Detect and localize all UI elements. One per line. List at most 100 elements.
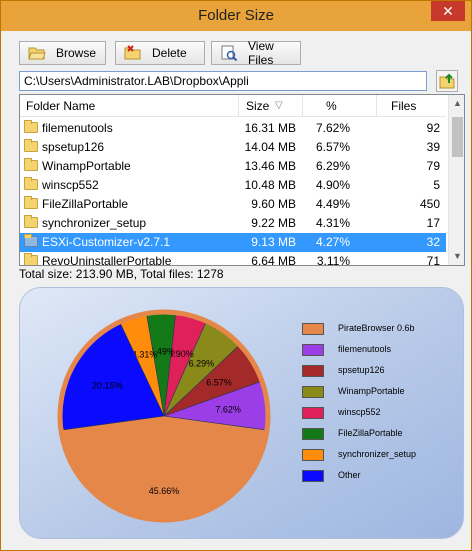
legend-label: synchronizer_setup (338, 449, 417, 459)
legend-swatch (302, 365, 324, 377)
folder-icon (24, 177, 38, 190)
window-title: Folder Size (198, 7, 274, 24)
folder-size: 16.31 MB (244, 121, 296, 135)
pie-slice (60, 415, 268, 521)
folder-name: synchronizer_setup (42, 216, 147, 230)
folder-name: winscp552 (42, 178, 99, 192)
pie-slice-label: 6.29% (189, 358, 215, 368)
pie-slice-label: 6.57% (206, 377, 232, 387)
scrollbar-thumb[interactable] (452, 117, 463, 157)
legend-label: winscp552 (338, 407, 381, 417)
column-header-files[interactable]: Files (391, 99, 416, 113)
view-files-icon (220, 45, 238, 62)
folder-size: 6.64 MB (251, 254, 296, 266)
pie-slice-label: 20.15% (92, 380, 123, 390)
folder-icon (24, 215, 38, 228)
table-row[interactable]: RevoUninstallerPortable 6.64 MB 3.11% 71 (20, 252, 446, 266)
folder-files: 39 (426, 140, 440, 154)
app-window: Folder Size ✕ Browse Delete View Files C… (0, 0, 472, 551)
folder-icon (24, 196, 38, 209)
folder-percent: 4.49% (315, 197, 350, 211)
client-area: Browse Delete View Files C:\Users\Admini… (9, 31, 465, 544)
folder-percent: 4.27% (315, 235, 350, 249)
vertical-scrollbar[interactable]: ▲ ▼ (448, 95, 464, 265)
legend-label: spsetup126 (338, 365, 385, 375)
folder-size: 14.04 MB (244, 140, 296, 154)
folder-up-icon (439, 73, 455, 89)
pie-chart: 45.66%7.62%6.57%6.29%4.90%4.49%4.31%20.1… (57, 309, 271, 523)
folder-percent: 3.11% (316, 254, 350, 266)
legend-item: WinampPortable (302, 386, 462, 400)
folder-files: 92 (426, 121, 440, 135)
pie-slice-label: 7.62% (215, 404, 241, 414)
folder-percent: 4.90% (315, 178, 350, 192)
folder-size: 9.22 MB (251, 216, 296, 230)
title-bar[interactable]: Folder Size ✕ (1, 1, 471, 31)
folder-list[interactable]: Folder Name Size ▽ % Files filemenutools… (19, 94, 465, 266)
folder-files: 32 (426, 235, 440, 249)
folder-percent: 6.57% (315, 140, 350, 154)
folder-icon (24, 120, 38, 133)
legend-item: Other (302, 470, 462, 484)
view-files-button-label: View Files (248, 39, 274, 67)
folder-percent: 4.31% (315, 216, 350, 230)
folder-open-icon (28, 45, 46, 61)
table-row[interactable]: synchronizer_setup 9.22 MB 4.31% 17 (20, 214, 446, 233)
legend-item: winscp552 (302, 407, 462, 421)
legend-label: filemenutools (338, 344, 392, 354)
view-files-button[interactable]: View Files (211, 39, 301, 67)
folder-name: FileZillaPortable (42, 197, 129, 211)
folder-icon (24, 139, 38, 152)
column-divider[interactable] (238, 95, 239, 117)
folder-files: 79 (426, 159, 440, 173)
legend-label: PirateBrowser 0.6b (338, 323, 415, 333)
folder-name: ESXi-Customizer-v2.7.1 (42, 235, 171, 249)
folder-icon (24, 158, 38, 171)
path-input[interactable]: C:\Users\Administrator.LAB\Dropbox\Appli (19, 71, 427, 91)
folder-icon (24, 234, 38, 247)
legend-item: FileZillaPortable (302, 428, 462, 442)
table-row[interactable]: winscp552 10.48 MB 4.90% 5 (20, 176, 446, 195)
folder-files: 450 (419, 197, 440, 211)
table-row[interactable]: FileZillaPortable 9.60 MB 4.49% 450 (20, 195, 446, 214)
column-divider[interactable] (302, 95, 303, 117)
folder-percent: 7.62% (315, 121, 350, 135)
browse-button[interactable]: Browse (19, 41, 106, 65)
legend-item: synchronizer_setup (302, 449, 462, 463)
folder-size: 9.13 MB (251, 235, 296, 249)
folder-size: 9.60 MB (251, 197, 296, 211)
folder-size: 13.46 MB (244, 159, 296, 173)
legend-item: filemenutools (302, 344, 462, 358)
folder-name: spsetup126 (42, 140, 105, 154)
status-text: Total size: 213.90 MB, Total files: 1278 (19, 267, 224, 281)
sort-descending-icon: ▽ (275, 100, 283, 111)
scroll-down-arrow-icon[interactable]: ▼ (449, 248, 464, 265)
list-header: Folder Name Size ▽ % Files (20, 95, 446, 117)
delete-button[interactable]: Delete (115, 41, 205, 65)
folder-files: 71 (426, 254, 440, 266)
column-divider[interactable] (376, 95, 377, 117)
legend-swatch (302, 344, 324, 356)
delete-button-label: Delete (152, 46, 187, 60)
table-row[interactable]: filemenutools 16.31 MB 7.62% 92 (20, 119, 446, 138)
legend-label: FileZillaPortable (338, 428, 403, 438)
scroll-up-arrow-icon[interactable]: ▲ (449, 95, 464, 112)
close-button[interactable]: ✕ (431, 1, 465, 21)
browse-path-button[interactable] (436, 70, 458, 92)
legend-label: WinampPortable (338, 386, 405, 396)
table-row[interactable]: WinampPortable 13.46 MB 6.29% 79 (20, 157, 446, 176)
column-header-percent[interactable]: % (326, 99, 337, 113)
folder-name: RevoUninstallerPortable (42, 254, 172, 266)
folder-size: 10.48 MB (244, 178, 296, 192)
column-header-name[interactable]: Folder Name (26, 99, 95, 113)
table-row[interactable]: spsetup126 14.04 MB 6.57% 39 (20, 138, 446, 157)
legend-swatch (302, 470, 324, 482)
folder-files: 5 (433, 178, 440, 192)
pie-slice-label: 45.66% (149, 486, 180, 496)
pie-chart-panel: 45.66% 7.62% 6.57% 6.29% 4.90% 4.49% 4.31% 20.1… (19, 287, 464, 539)
table-row-selected[interactable]: ESXi-Customizer-v2.7.1 9.13 MB 4.27% 32 (20, 233, 446, 252)
column-header-size[interactable]: Size (246, 99, 269, 113)
legend-swatch (302, 449, 324, 461)
legend-item: PirateBrowser 0.6b (302, 323, 462, 337)
folder-icon (24, 253, 38, 265)
